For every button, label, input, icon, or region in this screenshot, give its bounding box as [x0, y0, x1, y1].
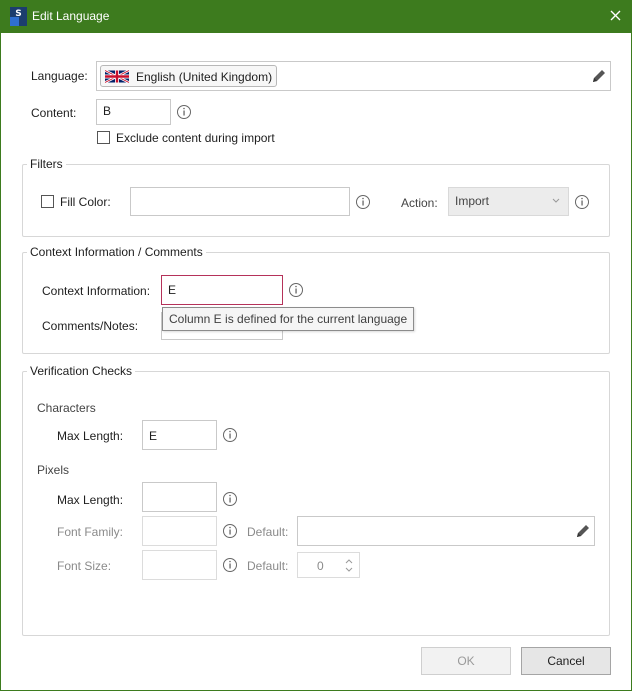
- px-max-length-input[interactable]: [142, 482, 217, 512]
- info-icon[interactable]: [288, 282, 304, 298]
- stepper-down-icon[interactable]: [344, 567, 354, 573]
- close-icon[interactable]: [602, 5, 628, 27]
- characters-heading: Characters: [37, 401, 96, 415]
- fill-color-checkbox[interactable]: [41, 195, 54, 208]
- context-information-label: Context Information:: [42, 284, 151, 298]
- char-max-length-label: Max Length:: [57, 429, 124, 443]
- language-field[interactable]: English (United Kingdom): [96, 61, 611, 91]
- language-label: Language:: [31, 69, 88, 83]
- action-select[interactable]: Import: [448, 187, 569, 216]
- fill-color-input[interactable]: [130, 187, 350, 216]
- info-icon[interactable]: [176, 104, 192, 120]
- info-icon[interactable]: [222, 523, 238, 539]
- font-family-input[interactable]: [142, 516, 217, 546]
- exclude-content-checkbox[interactable]: [97, 131, 110, 144]
- context-title: Context Information / Comments: [27, 245, 206, 259]
- edit-pencil-icon[interactable]: [575, 523, 591, 539]
- info-icon[interactable]: [222, 491, 238, 507]
- content-label: Content:: [31, 106, 77, 120]
- comments-notes-label: Comments/Notes:: [42, 319, 139, 333]
- title-bar: S Edit Language: [0, 0, 632, 33]
- context-information-input[interactable]: E: [161, 275, 283, 305]
- app-logo-icon: S: [10, 7, 27, 26]
- font-size-default-value: 0: [317, 559, 324, 573]
- font-family-default-input[interactable]: [297, 516, 595, 546]
- info-icon[interactable]: [222, 557, 238, 573]
- verification-title: Verification Checks: [27, 364, 136, 378]
- content-input[interactable]: B: [96, 99, 171, 125]
- fill-color-label: Fill Color:: [60, 195, 111, 209]
- action-selected-value: Import: [455, 194, 490, 208]
- filters-title: Filters: [27, 157, 66, 171]
- font-family-default-label: Default:: [247, 525, 289, 539]
- font-family-label: Font Family:: [57, 525, 124, 539]
- window-title: Edit Language: [32, 9, 110, 23]
- ok-button[interactable]: OK: [421, 647, 511, 675]
- font-size-input[interactable]: [142, 550, 217, 580]
- language-chip: English (United Kingdom): [100, 65, 277, 87]
- font-size-default-label: Default:: [247, 559, 289, 573]
- edit-pencil-icon[interactable]: [591, 68, 607, 84]
- context-group: [22, 252, 610, 354]
- cancel-button[interactable]: Cancel: [521, 647, 611, 675]
- context-tooltip: Column E is defined for the current lang…: [162, 307, 415, 331]
- chevron-down-icon: [552, 198, 560, 203]
- char-max-length-input[interactable]: E: [142, 420, 217, 450]
- uk-flag-icon: [105, 69, 129, 84]
- px-max-length-label: Max Length:: [57, 493, 124, 507]
- font-size-label: Font Size:: [57, 559, 112, 573]
- info-icon[interactable]: [222, 427, 238, 443]
- exclude-content-label: Exclude content during import: [116, 131, 275, 145]
- info-icon[interactable]: [574, 194, 590, 210]
- font-size-default-stepper[interactable]: 0: [297, 552, 360, 578]
- action-label: Action:: [401, 196, 438, 210]
- language-value: English (United Kingdom): [136, 70, 273, 84]
- info-icon[interactable]: [355, 194, 371, 210]
- svg-text:S: S: [15, 9, 21, 19]
- pixels-heading: Pixels: [37, 463, 70, 477]
- stepper-up-icon[interactable]: [344, 558, 354, 564]
